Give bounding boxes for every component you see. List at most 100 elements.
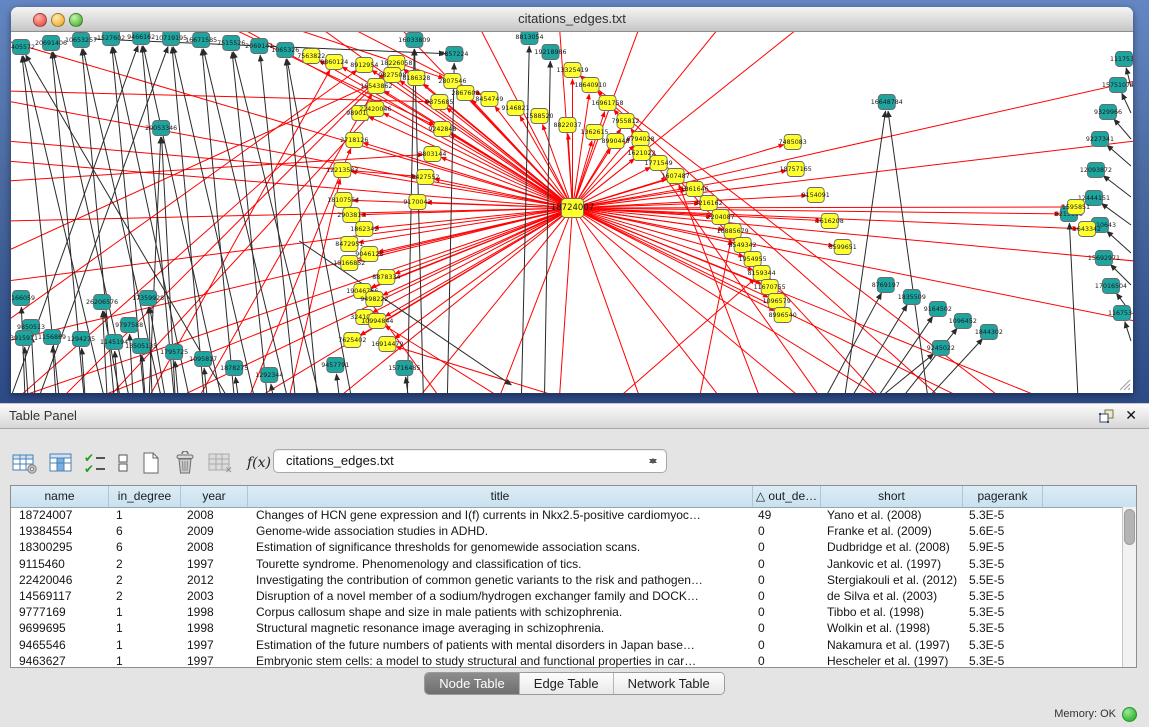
table-cell[interactable]: 0 xyxy=(753,556,821,572)
table-cell[interactable]: 6 xyxy=(109,523,181,539)
table-cell[interactable]: 5.3E-5 xyxy=(963,604,1043,620)
table-cell[interactable]: 1 xyxy=(109,507,181,523)
table-cell[interactable]: 1 xyxy=(109,653,181,667)
table-cell[interactable]: Hescheler et al. (1997) xyxy=(821,653,963,667)
table-cell[interactable]: 5.5E-5 xyxy=(963,572,1043,588)
column-header-short[interactable]: short xyxy=(821,486,963,507)
table-cell[interactable]: 0 xyxy=(753,604,821,620)
table-select-dropdown[interactable]: citations_edges.txt xyxy=(273,449,667,473)
table-cell[interactable]: 18300295 xyxy=(11,539,109,555)
network-view[interactable]: 2405572206914061065325715276029466162107… xyxy=(11,32,1133,393)
table-cell[interactable]: 0 xyxy=(753,523,821,539)
table-cell[interactable]: 1 xyxy=(109,620,181,636)
table-cell[interactable]: 0 xyxy=(753,539,821,555)
column-header-in_degree[interactable]: in_degree xyxy=(109,486,181,507)
column-header-out_de[interactable]: △ out_de… xyxy=(753,486,821,507)
table-cell[interactable]: Tourette syndrome. Phenomenology and cla… xyxy=(248,556,753,572)
column-header-name[interactable]: name xyxy=(11,486,109,507)
table-cell[interactable]: Stergiakouli et al. (2012) xyxy=(821,572,963,588)
table-row[interactable]: 1830029562008Estimation of significance … xyxy=(11,539,1123,555)
table-cell[interactable]: 0 xyxy=(753,653,821,667)
column-header-year[interactable]: year xyxy=(181,486,248,507)
table-cell[interactable]: Yano et al. (2008) xyxy=(821,507,963,523)
float-panel-icon[interactable] xyxy=(1098,408,1115,429)
table-row[interactable]: 1938455462009Genome-wide association stu… xyxy=(11,523,1123,539)
table-cell[interactable]: 5.3E-5 xyxy=(963,620,1043,636)
table-cell[interactable]: Structural magnetic resonance image aver… xyxy=(248,620,753,636)
table-cell[interactable]: 1998 xyxy=(181,620,248,636)
table-cell[interactable]: 18724007 xyxy=(11,507,109,523)
table-cell[interactable]: 1997 xyxy=(181,637,248,653)
table-cell[interactable]: Embryonic stem cells: a model to study s… xyxy=(248,653,753,667)
table-cell[interactable]: 1 xyxy=(109,637,181,653)
table-cell[interactable]: 5.6E-5 xyxy=(963,523,1043,539)
table-cell[interactable]: Disruption of a novel member of a sodium… xyxy=(248,588,753,604)
memory-ok-indicator[interactable] xyxy=(1122,707,1137,722)
table-cell[interactable]: 2012 xyxy=(181,572,248,588)
table-cell[interactable]: Investigating the contribution of common… xyxy=(248,572,753,588)
table-cell[interactable]: 1997 xyxy=(181,653,248,667)
table-settings-icon[interactable] xyxy=(12,452,38,474)
table-cell[interactable]: 5.3E-5 xyxy=(963,653,1043,667)
table-cell[interactable]: 2 xyxy=(109,588,181,604)
table-scrollbar[interactable] xyxy=(1122,507,1136,667)
table-row[interactable]: 946554611997Estimation of the future num… xyxy=(11,637,1123,653)
new-document-icon[interactable] xyxy=(140,451,162,475)
table-cell[interactable]: 9777169 xyxy=(11,604,109,620)
table-cell[interactable]: 14569117 xyxy=(11,588,109,604)
table-cell[interactable]: Dudbridge et al. (2008) xyxy=(821,539,963,555)
tab-edge-table[interactable]: Edge Table xyxy=(520,673,614,694)
table-cell[interactable]: 22420046 xyxy=(11,572,109,588)
table-row[interactable]: 977716911998Corpus callosum shape and si… xyxy=(11,604,1123,620)
row-checklist-icon[interactable]: ✔ ✔ xyxy=(84,452,106,474)
table-cell[interactable]: Franke et al. (2009) xyxy=(821,523,963,539)
table-cell[interactable]: Changes of HCN gene expression and I(f) … xyxy=(248,507,753,523)
table-cell[interactable]: 1998 xyxy=(181,604,248,620)
network-canvas[interactable]: 2405572206914061065325715276029466162107… xyxy=(11,32,1133,393)
table-cell[interactable]: Nakamura et al. (1997) xyxy=(821,637,963,653)
table-cell[interactable]: Corpus callosum shape and size in male p… xyxy=(248,604,753,620)
table-cell[interactable]: 1997 xyxy=(181,556,248,572)
table-cell[interactable]: 2008 xyxy=(181,507,248,523)
table-cell[interactable]: Jankovic et al. (1997) xyxy=(821,556,963,572)
table-row[interactable]: 946362711997Embryonic stem cells: a mode… xyxy=(11,653,1123,667)
table-cell[interactable]: 0 xyxy=(753,588,821,604)
table-cell[interactable]: 0 xyxy=(753,620,821,636)
table-cell[interactable]: 2 xyxy=(109,572,181,588)
table-cell[interactable]: 19384554 xyxy=(11,523,109,539)
table-cell[interactable]: 5.3E-5 xyxy=(963,556,1043,572)
network-window-titlebar[interactable]: citations_edges.txt xyxy=(11,7,1133,32)
table-cell[interactable]: 5.3E-5 xyxy=(963,588,1043,604)
scrollbar-thumb[interactable] xyxy=(1124,509,1135,545)
table-cell[interactable]: 6 xyxy=(109,539,181,555)
table-cell[interactable]: 5.9E-5 xyxy=(963,539,1043,555)
table-cell[interactable]: Tibbo et al. (1998) xyxy=(821,604,963,620)
column-select-icon[interactable] xyxy=(49,452,73,474)
table-cell[interactable]: 1 xyxy=(109,604,181,620)
table-row[interactable]: 2242004622012Investigating the contribut… xyxy=(11,572,1123,588)
column-header-pagerank[interactable]: pagerank xyxy=(963,486,1043,507)
table-cell[interactable]: 9115460 xyxy=(11,556,109,572)
delete-trash-icon[interactable] xyxy=(173,451,197,475)
function-builder-icon[interactable]: f(x) xyxy=(245,455,273,471)
table-cell[interactable]: Genome-wide association studies in ADHD. xyxy=(248,523,753,539)
table-cell[interactable]: 9463627 xyxy=(11,653,109,667)
table-cell[interactable]: Estimation of the future numbers of pati… xyxy=(248,637,753,653)
table-cell[interactable]: 9465546 xyxy=(11,637,109,653)
table-row[interactable]: 969969511998Structural magnetic resonanc… xyxy=(11,620,1123,636)
table-cell[interactable]: 0 xyxy=(753,637,821,653)
table-cell[interactable]: 0 xyxy=(753,572,821,588)
table-cell[interactable]: 2003 xyxy=(181,588,248,604)
table-cell[interactable]: 5.3E-5 xyxy=(963,637,1043,653)
table-cell[interactable]: Estimation of significance thresholds fo… xyxy=(248,539,753,555)
window-resize-grip[interactable] xyxy=(1117,377,1131,391)
table-cell[interactable]: 49 xyxy=(753,507,821,523)
table-cell[interactable]: 9699695 xyxy=(11,620,109,636)
table-cell[interactable]: 2 xyxy=(109,556,181,572)
table-cell[interactable]: 2009 xyxy=(181,523,248,539)
table-row[interactable]: 911546021997Tourette syndrome. Phenomeno… xyxy=(11,556,1123,572)
table-row[interactable]: 1456911722003Disruption of a novel membe… xyxy=(11,588,1123,604)
tab-node-table[interactable]: Node Table xyxy=(425,673,520,694)
rows-icon[interactable] xyxy=(117,452,129,474)
table-cell[interactable]: de Silva et al. (2003) xyxy=(821,588,963,604)
